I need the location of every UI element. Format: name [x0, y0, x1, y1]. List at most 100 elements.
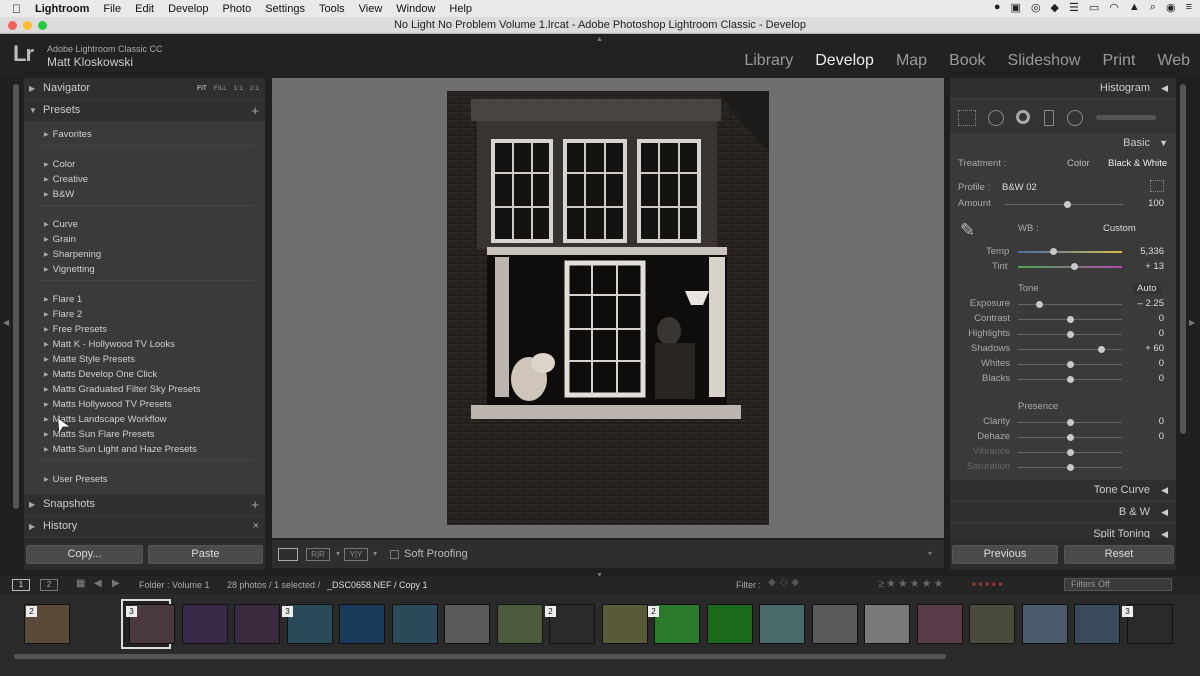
preset-folder[interactable]: ▶ Grain [44, 234, 76, 245]
preset-folder[interactable]: ▶ Matts Hollywood TV Presets [44, 399, 172, 410]
zoom-window-button[interactable] [38, 21, 47, 30]
before-after-icon[interactable]: R|R [306, 548, 330, 561]
filmstrip-thumbnail[interactable] [286, 604, 333, 644]
preset-folder[interactable]: ▶ Flare 2 [44, 309, 82, 320]
slider-track[interactable] [1018, 349, 1122, 350]
zoom-2-1[interactable]: 2:1 [250, 78, 259, 99]
temp-knob[interactable] [1050, 248, 1057, 255]
preset-folder[interactable]: ▶ Matts Develop One Click [44, 369, 157, 380]
filmstrip-thumbnail[interactable] [1126, 604, 1173, 644]
slider-value[interactable]: 0 [1134, 313, 1164, 324]
module-map[interactable]: Map [896, 52, 927, 70]
folder-label[interactable]: Folder : Volume 1 [139, 580, 210, 590]
left-scrollbar[interactable] [13, 84, 19, 509]
tone-curve-header[interactable]: Tone Curve ◀ [950, 480, 1176, 500]
window-icon[interactable]: ▭ [1089, 1, 1099, 14]
preset-folder[interactable]: ▶ Favorites [44, 129, 92, 140]
filmstrip-thumbnail[interactable] [339, 604, 385, 644]
preset-folder[interactable]: ▶ Matt K - Hollywood TV Looks [44, 339, 175, 350]
slider-value[interactable]: + 60 [1134, 343, 1164, 354]
radial-filter-icon[interactable] [1067, 110, 1083, 126]
module-book[interactable]: Book [949, 52, 985, 70]
filmstrip-thumbnail[interactable] [864, 604, 910, 644]
star-filter-icons[interactable]: ≥★★★★★ [878, 577, 945, 590]
top-panel-toggle-icon[interactable]: ▲ [596, 36, 603, 43]
zoom-fit[interactable]: FIT [197, 78, 207, 99]
close-window-button[interactable] [8, 21, 17, 30]
color-label-filter-icons[interactable]: ■■■■■ [972, 582, 1005, 588]
preset-folder[interactable]: ▶ Sharpening [44, 249, 101, 260]
profile-value[interactable]: B&W 02 [1002, 182, 1037, 193]
slider-knob[interactable] [1067, 316, 1074, 323]
preset-folder[interactable]: ▶ Free Presets [44, 324, 107, 335]
red-eye-icon[interactable] [1016, 110, 1030, 124]
basic-header[interactable]: Basic ▼ [950, 133, 1176, 153]
crop-tool-icon[interactable] [958, 110, 976, 126]
tint-knob[interactable] [1071, 263, 1078, 270]
slider-knob[interactable] [1035, 301, 1043, 308]
zoom-1-1[interactable]: 1:1 [234, 78, 243, 99]
wb-eyedropper-icon[interactable]: ✎ [960, 220, 975, 241]
preset-folder[interactable]: ▶ Color [44, 159, 75, 170]
search-icon[interactable]: ⌕ [1150, 1, 1156, 14]
module-library[interactable]: Library [744, 52, 793, 70]
apple-icon[interactable]:  [12, 2, 21, 16]
evernote-icon[interactable]: ● [994, 1, 1001, 14]
previous-button[interactable]: Previous [952, 545, 1058, 564]
slider-value[interactable]: 0 [1134, 328, 1164, 339]
amount-value[interactable]: 100 [1134, 198, 1164, 209]
menu-tools[interactable]: Tools [319, 3, 345, 15]
module-web[interactable]: Web [1157, 52, 1190, 70]
filmstrip-thumbnail[interactable] [759, 604, 805, 644]
filmstrip-scrollbar[interactable] [14, 654, 946, 659]
flag-filter-icons[interactable]: ◆◇◆ [768, 577, 803, 588]
right-scrollbar[interactable] [1180, 84, 1186, 434]
history-header[interactable]: ▶ History × [24, 516, 265, 537]
filmstrip-thumbnail[interactable] [811, 604, 858, 644]
filmstrip-thumbnail[interactable] [391, 604, 438, 644]
primary-window-button[interactable]: 1 [12, 579, 30, 591]
preset-folder[interactable]: ▶ Flare 1 [44, 294, 82, 305]
slider-knob[interactable] [1067, 449, 1074, 456]
forward-arrow-icon[interactable]: ▶ [112, 578, 120, 589]
grid-view-icon[interactable]: ▦ [76, 578, 85, 589]
histogram-header[interactable]: Histogram ◀ [950, 78, 1176, 98]
toolbar-menu-icon[interactable]: ▾ [928, 549, 932, 558]
soft-proofing-checkbox[interactable] [390, 550, 399, 559]
reset-button[interactable]: Reset [1064, 545, 1174, 564]
slider-knob[interactable] [1067, 361, 1074, 368]
temp-value[interactable]: 5,336 [1134, 246, 1164, 257]
menu-help[interactable]: Help [449, 3, 472, 15]
minimize-window-button[interactable] [23, 21, 32, 30]
cc-icon[interactable]: ◎ [1031, 1, 1041, 14]
filmstrip-thumbnail[interactable] [916, 604, 963, 644]
auto-tone-button[interactable]: Auto [1133, 283, 1161, 294]
bw-header[interactable]: B & W ◀ [950, 502, 1176, 522]
siri-icon[interactable]: ◉ [1166, 1, 1176, 14]
module-develop[interactable]: Develop [815, 52, 874, 70]
graduated-filter-icon[interactable] [1044, 110, 1054, 126]
dropdown-icon[interactable]: ▾ [373, 549, 377, 558]
preset-folder[interactable]: ▶ Matte Style Presets [44, 354, 135, 365]
preset-folder[interactable]: ▶ B&W [44, 189, 74, 200]
slider-track[interactable] [1018, 304, 1122, 305]
add-preset-icon[interactable]: + [251, 100, 259, 121]
slider-value[interactable]: 0 [1134, 416, 1164, 427]
profile-browser-icon[interactable] [1150, 180, 1164, 192]
temp-track[interactable] [1018, 251, 1122, 253]
menu-view[interactable]: View [359, 3, 383, 15]
preset-folder[interactable]: ▶ Matts Graduated Filter Sky Presets [44, 384, 200, 395]
paste-button[interactable]: Paste [148, 545, 263, 564]
swap-icon[interactable]: Y|Y [344, 548, 368, 561]
dropbox-icon[interactable]: ◆ [1051, 1, 1059, 14]
clear-history-icon[interactable]: × [253, 516, 259, 537]
filters-dropdown[interactable]: Filters Off [1064, 578, 1172, 591]
menu-file[interactable]: File [103, 3, 121, 15]
spot-removal-icon[interactable] [988, 110, 1004, 126]
preset-folder[interactable]: ▶ Curve [44, 219, 78, 230]
module-print[interactable]: Print [1102, 52, 1135, 70]
split-toning-header[interactable]: Split Toning ◀ [950, 524, 1176, 538]
slider-value[interactable]: 0 [1134, 358, 1164, 369]
airplay-icon[interactable]: ▲ [1129, 1, 1140, 14]
filmstrip-thumbnail[interactable] [601, 604, 648, 644]
